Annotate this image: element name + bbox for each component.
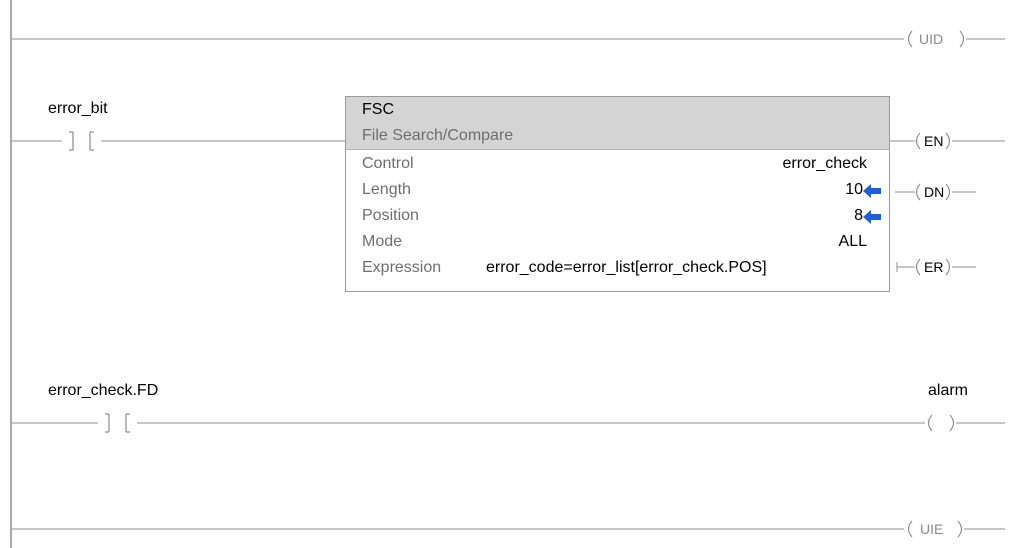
fsc-er-label: ER: [924, 259, 944, 275]
param-value[interactable]: 10: [845, 181, 863, 199]
param-name: Mode: [362, 233, 403, 250]
uid-coil-label: UID: [919, 31, 944, 47]
param-row-expression[interactable]: Expression error_code=error_list[error_c…: [346, 258, 889, 280]
param-value[interactable]: ALL: [839, 233, 867, 251]
rung-2-contact[interactable]: [105, 413, 130, 433]
fsc-en-label: EN: [924, 133, 944, 149]
uie-coil-label: UIE: [920, 521, 944, 537]
fsc-instruction-block[interactable]: FSC File Search/Compare Control error_ch…: [345, 96, 890, 292]
param-name: Length: [362, 181, 411, 198]
param-value[interactable]: error_code=error_list[error_check.POS]: [486, 259, 767, 277]
param-value[interactable]: 8: [854, 207, 863, 225]
value-arrow-icon: [863, 184, 881, 198]
instruction-mnemonic: FSC: [362, 101, 394, 118]
instruction-description: File Search/Compare: [362, 127, 514, 144]
rung-0-coil-right: [959, 30, 965, 48]
param-row-position[interactable]: Position 8: [346, 206, 889, 228]
coil-tag-alarm[interactable]: alarm: [928, 381, 968, 401]
param-row-length[interactable]: Length 10: [346, 180, 889, 202]
contact-tag-error-bit[interactable]: error_bit: [48, 99, 108, 119]
param-value[interactable]: error_check: [783, 155, 867, 173]
fsc-block-header: FSC File Search/Compare: [346, 97, 889, 150]
rung-1-contact[interactable]: [69, 131, 94, 151]
param-row-mode[interactable]: Mode ALL: [346, 232, 889, 254]
value-arrow-icon: [863, 210, 881, 224]
rung-0-coil-left: [907, 30, 913, 48]
param-name: Expression: [362, 259, 442, 276]
ladder-diagram: UID EN DN ER UIE error_bit error_check.F…: [0, 0, 1011, 548]
alarm-coil[interactable]: [927, 414, 955, 432]
fsc-dn-label: DN: [924, 184, 945, 200]
param-name: Control: [362, 155, 414, 172]
param-name: Position: [362, 207, 419, 224]
contact-tag-error-check-fd[interactable]: error_check.FD: [48, 381, 158, 401]
param-row-control[interactable]: Control error_check: [346, 154, 889, 176]
